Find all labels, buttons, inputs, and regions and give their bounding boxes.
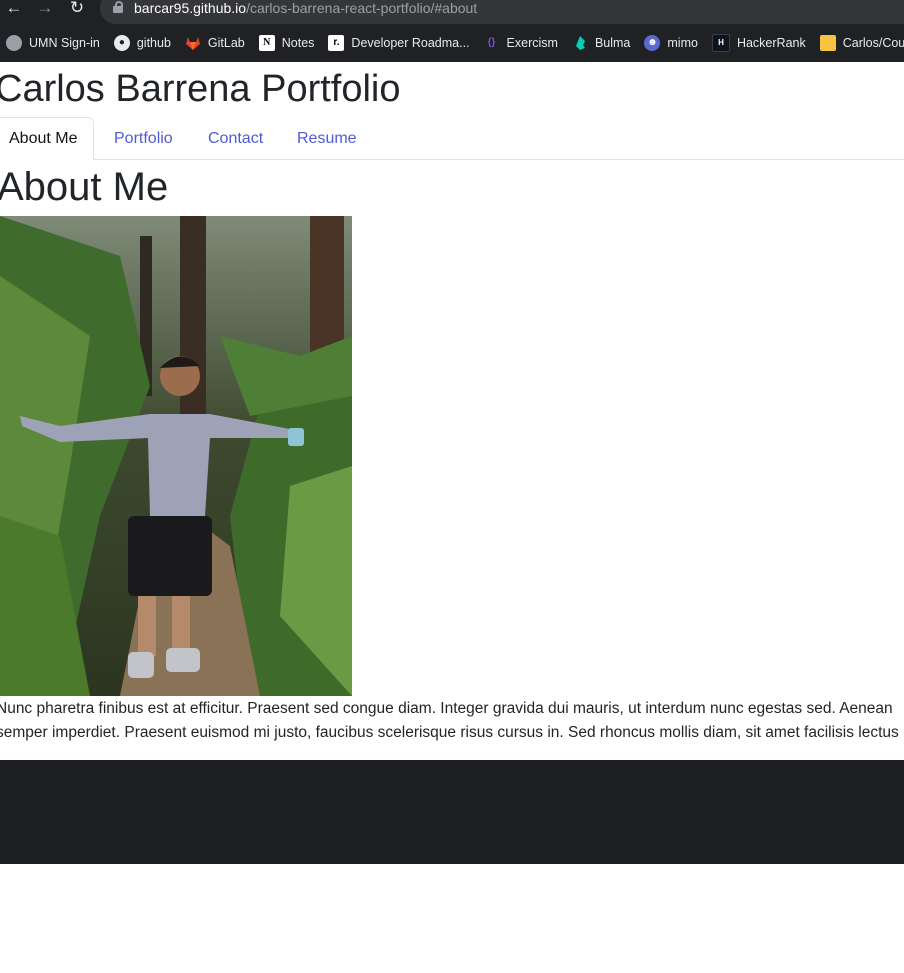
globe-icon xyxy=(6,35,22,51)
nav-tabs: About Me Portfolio Contact Resume xyxy=(0,117,904,160)
bookmark-label: GitLab xyxy=(207,36,245,50)
bio-line: Nunc pharetra finibus est at efficitur. … xyxy=(0,700,893,717)
exercism-icon: {} xyxy=(487,37,496,48)
bio-line: semper imperdiet. Praesent euismod mi ju… xyxy=(0,724,899,741)
bookmark-bulma[interactable]: Bulma xyxy=(572,32,630,54)
url-host: barcar95.github.io xyxy=(134,0,247,16)
bookmark-exercism[interactable]: {} Exercism xyxy=(484,32,558,54)
github-icon: ● xyxy=(113,35,130,51)
bookmark-umn-sign-in[interactable]: UMN Sign-in xyxy=(6,32,100,54)
bookmark-label: Notes xyxy=(281,36,315,50)
tab-portfolio[interactable]: Portfolio xyxy=(114,118,173,159)
url-path: /carlos-barrena-react-portfolio/#about xyxy=(246,0,478,16)
bookmark-developer-roadmaps[interactable]: r. Developer Roadma... xyxy=(328,32,470,54)
bulma-icon xyxy=(572,35,588,51)
gitlab-icon xyxy=(185,35,201,51)
profile-photo xyxy=(0,216,352,696)
bookmark-github[interactable]: ● github xyxy=(113,32,171,54)
bookmark-label: mimo xyxy=(667,36,698,50)
tab-contact[interactable]: Contact xyxy=(208,118,263,159)
bookmark-gitlab[interactable]: GitLab xyxy=(185,32,245,54)
hackerrank-icon: H xyxy=(711,34,730,52)
bookmark-label: Carlos/Cou xyxy=(842,36,904,50)
roadmap-icon: r. xyxy=(328,35,345,51)
mimo-icon: ☻ xyxy=(644,35,661,51)
page-footer xyxy=(0,760,904,864)
address-row: ← → ↻ barcar95.github.io/carlos-barrena-… xyxy=(0,0,904,25)
lock-icon[interactable] xyxy=(113,1,123,13)
bookmark-label: HackerRank xyxy=(736,36,806,50)
tab-about-me[interactable]: About Me xyxy=(0,117,95,160)
reload-icon[interactable]: ↻ xyxy=(66,0,88,18)
about-heading: About Me xyxy=(0,165,169,209)
bookmark-mimo[interactable]: ☻ mimo xyxy=(644,32,698,54)
notion-icon: N xyxy=(258,35,275,51)
tab-resume[interactable]: Resume xyxy=(297,118,357,159)
bookmark-notes[interactable]: N Notes xyxy=(258,32,315,54)
bookmarks-bar: UMN Sign-in ● github GitLab N Notes r. D… xyxy=(0,31,904,55)
bio-text: Nunc pharetra finibus est at efficitur. … xyxy=(0,697,904,745)
site-title: Carlos Barrena Portfolio xyxy=(0,68,401,110)
bookmark-label: UMN Sign-in xyxy=(29,36,100,50)
bookmark-label: github xyxy=(136,36,171,50)
bookmark-label: Exercism xyxy=(506,36,558,50)
url-text[interactable]: barcar95.github.io/carlos-barrena-react-… xyxy=(134,0,477,17)
folder-icon xyxy=(819,35,836,51)
forward-arrow-icon[interactable]: → xyxy=(34,0,56,18)
bookmark-hackerrank[interactable]: H HackerRank xyxy=(711,32,806,54)
browser-chrome: ← → ↻ barcar95.github.io/carlos-barrena-… xyxy=(0,0,904,62)
back-arrow-icon[interactable]: ← xyxy=(3,0,25,18)
bookmark-label: Developer Roadma... xyxy=(351,36,470,50)
bookmark-label: Bulma xyxy=(594,36,631,50)
bookmark-folder-carlos[interactable]: Carlos/Cou xyxy=(819,32,904,54)
